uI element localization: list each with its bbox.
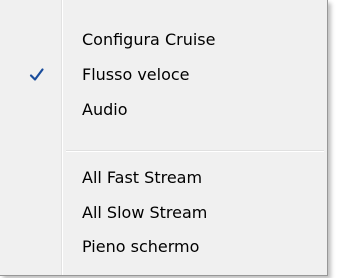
menu-item-label: All Slow Stream [82, 203, 208, 222]
context-menu: Configura Cruise Flusso veloce Audio All… [0, 0, 328, 276]
menu-item-label: Audio [82, 100, 128, 119]
checkmark-icon [27, 65, 47, 85]
menu-item-audio[interactable]: Audio [0, 93, 328, 127]
menu-item-label: Configura Cruise [82, 30, 216, 49]
menu-separator [66, 150, 324, 152]
menu-item-label: Pieno schermo [82, 237, 200, 256]
menu-item-pieno-schermo[interactable]: Pieno schermo [0, 230, 328, 264]
menu-item-configura-cruise[interactable]: Configura Cruise [0, 23, 328, 57]
page: Configura Cruise Flusso veloce Audio All… [0, 0, 337, 278]
menu-item-label: Flusso veloce [82, 65, 190, 84]
menu-item-all-fast-stream[interactable]: All Fast Stream [0, 161, 328, 195]
menu-item-flusso-veloce[interactable]: Flusso veloce [0, 58, 328, 92]
menu-item-all-slow-stream[interactable]: All Slow Stream [0, 196, 328, 230]
menu-item-label: All Fast Stream [82, 168, 203, 187]
